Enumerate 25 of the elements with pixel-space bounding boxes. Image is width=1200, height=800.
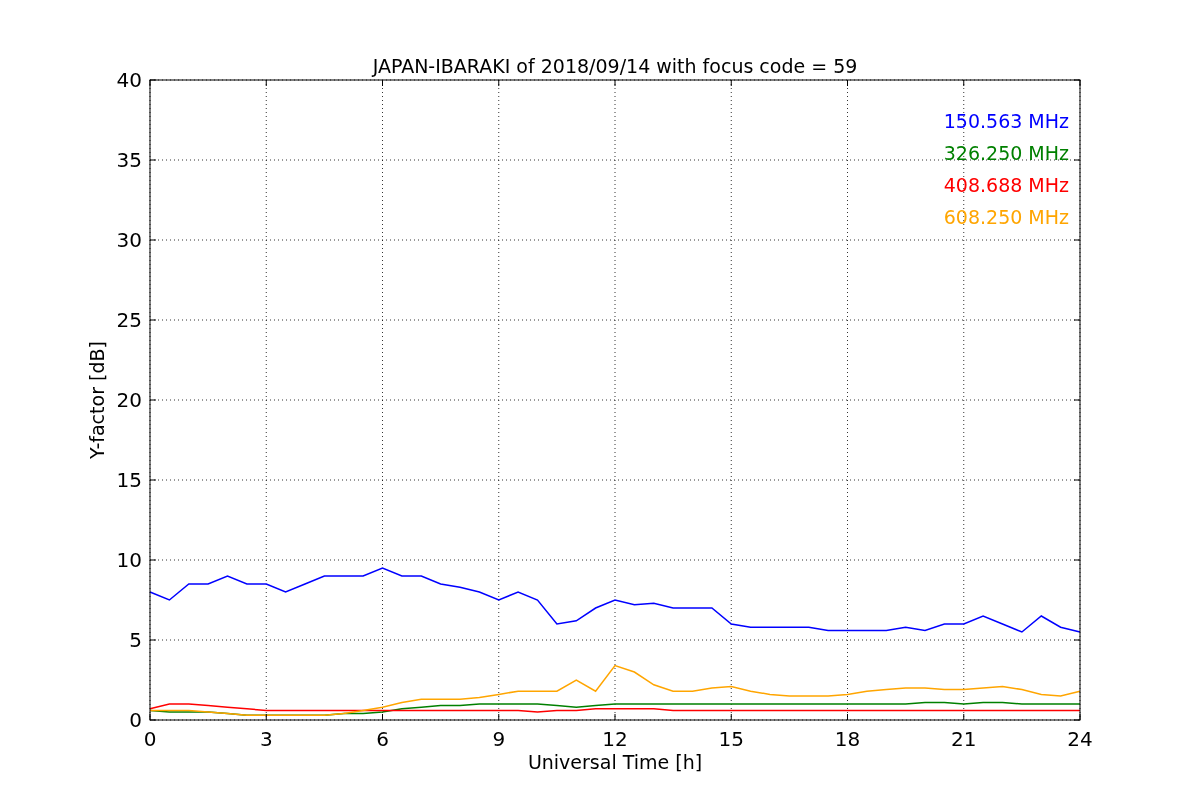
tick-label: 30 <box>116 228 142 252</box>
tick-label: 3 <box>259 727 273 751</box>
tick-label: 0 <box>129 708 142 732</box>
tick-label: 5 <box>129 628 142 652</box>
x-axis-label: Universal Time [h] <box>527 751 703 773</box>
tick-label: 6 <box>376 727 389 751</box>
y-axis-label: Y-factor [dB] <box>86 341 108 459</box>
tick-label: 20 <box>116 388 142 412</box>
tick-label: 12 <box>602 727 628 751</box>
tick-label: 9 <box>492 727 506 751</box>
tick-label: 25 <box>116 308 142 332</box>
tick-label: 0 <box>143 727 157 751</box>
tick-label: 10 <box>116 548 142 572</box>
legend-entry: 608.250 MHz <box>943 206 1069 228</box>
tick-label: 35 <box>116 148 142 172</box>
tick-label: 15 <box>116 468 142 492</box>
tick-label: 18 <box>834 727 861 751</box>
legend-entry: 408.688 MHz <box>943 174 1069 196</box>
tick-label: 21 <box>951 727 977 751</box>
tick-label: 15 <box>718 727 744 751</box>
legend-entry: 150.563 MHz <box>943 110 1069 132</box>
chart-title: JAPAN-IBARAKI of 2018/09/14 with focus code = 59 <box>372 55 858 77</box>
legend-entry: 326.250 MHz <box>943 142 1069 164</box>
tick-label: 40 <box>116 68 142 92</box>
tick-label: 24 <box>1067 727 1093 751</box>
